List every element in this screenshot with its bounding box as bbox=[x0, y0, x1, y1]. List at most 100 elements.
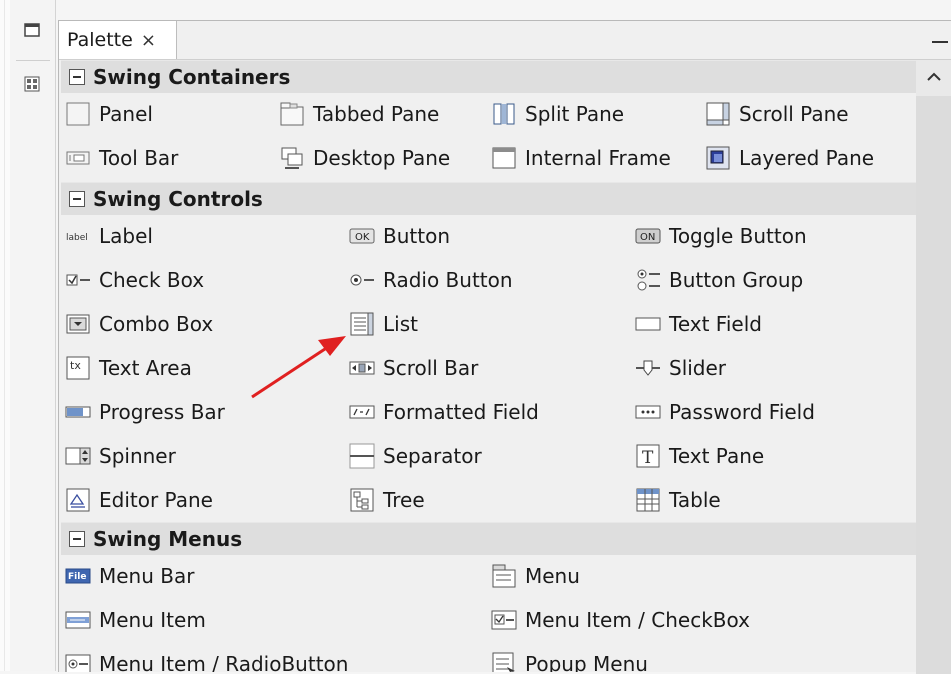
scroll-bar-icon bbox=[349, 361, 375, 375]
label-icon: label bbox=[66, 233, 88, 243]
collapse-icon[interactable] bbox=[69, 531, 85, 547]
button-group-icon bbox=[637, 269, 660, 291]
palette-item-text-field[interactable]: Text Field bbox=[635, 304, 762, 344]
window-edge bbox=[0, 0, 10, 671]
palette-item-tabbed-pane[interactable]: Tabbed Pane bbox=[279, 94, 439, 134]
palette-item-button[interactable]: OK Button bbox=[349, 216, 450, 256]
svg-text:label: label bbox=[66, 233, 88, 243]
text-field-icon bbox=[635, 317, 661, 331]
combo-box-icon bbox=[66, 314, 90, 334]
palette-item-combo-box[interactable]: Combo Box bbox=[65, 304, 213, 344]
tab-palette[interactable]: Palette × bbox=[59, 21, 177, 59]
palette-item-spinner[interactable]: Spinner bbox=[65, 436, 176, 476]
item-label: Password Field bbox=[669, 400, 815, 424]
palette-item-internal-frame[interactable]: Internal Frame bbox=[491, 138, 671, 178]
item-label: Label bbox=[99, 224, 153, 248]
palette-item-scroll-bar[interactable]: Scroll Bar bbox=[349, 348, 478, 388]
category-swing-controls[interactable]: Swing Controls bbox=[61, 182, 916, 215]
svg-text:File: File bbox=[68, 572, 86, 582]
popup-menu-icon bbox=[492, 652, 515, 672]
table-icon bbox=[636, 488, 660, 512]
scroll-up-icon[interactable] bbox=[916, 60, 951, 94]
category-label: Swing Menus bbox=[93, 527, 243, 551]
desktop-pane-icon bbox=[281, 147, 303, 169]
palette-item-password-field[interactable]: Password Field bbox=[635, 392, 815, 432]
minimize-icon[interactable] bbox=[928, 27, 951, 51]
item-label: Slider bbox=[669, 356, 727, 380]
palette-item-split-pane[interactable]: Split Pane bbox=[491, 94, 624, 134]
palette-item-progress-bar[interactable]: Progress Bar bbox=[65, 392, 225, 432]
item-label: Panel bbox=[99, 102, 153, 126]
palette-item-separator[interactable]: Separator bbox=[349, 436, 482, 476]
palette-item-tool-bar[interactable]: Tool Bar bbox=[65, 138, 178, 178]
collapse-icon[interactable] bbox=[69, 69, 85, 85]
menu-item-radiobutton-icon bbox=[65, 654, 91, 672]
svg-text:ON: ON bbox=[640, 232, 655, 243]
palette-scrollbar[interactable] bbox=[916, 60, 951, 674]
scroll-pane-icon bbox=[706, 102, 730, 126]
collapse-icon[interactable] bbox=[69, 191, 85, 207]
toggle-button-icon: ON bbox=[635, 228, 661, 244]
item-label: Desktop Pane bbox=[313, 146, 451, 170]
item-label: Table bbox=[669, 488, 721, 512]
item-label: Formatted Field bbox=[383, 400, 539, 424]
palette-item-desktop-pane[interactable]: Desktop Pane bbox=[279, 138, 450, 178]
item-label: Scroll Pane bbox=[739, 102, 849, 126]
palette-item-formatted-field[interactable]: Formatted Field bbox=[349, 392, 539, 432]
item-label: Menu Item / RadioButton bbox=[99, 652, 349, 672]
side-separator bbox=[16, 60, 50, 61]
item-label: Layered Pane bbox=[739, 146, 875, 170]
scrollbar-thumb[interactable] bbox=[916, 96, 951, 674]
tree-icon bbox=[350, 488, 374, 512]
palette-item-text-pane[interactable]: T Text Pane bbox=[635, 436, 764, 476]
formatted-field-icon bbox=[349, 405, 375, 419]
palette-item-list[interactable]: List bbox=[349, 304, 418, 344]
palette-item-layered-pane[interactable]: Layered Pane bbox=[705, 138, 874, 178]
palette-item-slider[interactable]: Slider bbox=[635, 348, 726, 388]
close-icon[interactable]: × bbox=[141, 30, 156, 51]
panel-icon bbox=[66, 102, 90, 126]
separator-icon bbox=[349, 443, 375, 469]
restore-window-icon[interactable] bbox=[18, 16, 46, 44]
item-label: Text Pane bbox=[669, 444, 765, 468]
item-label: Text Area bbox=[99, 356, 192, 380]
item-label: Button Group bbox=[669, 268, 804, 292]
category-label: Swing Containers bbox=[93, 65, 291, 89]
palette-item-popup-menu[interactable]: Popup Menu bbox=[491, 644, 648, 672]
category-swing-containers[interactable]: Swing Containers bbox=[61, 60, 916, 93]
item-label: Tool Bar bbox=[99, 146, 179, 170]
item-label: Separator bbox=[383, 444, 482, 468]
item-label: Split Pane bbox=[525, 102, 625, 126]
palette-item-check-box[interactable]: Check Box bbox=[65, 260, 204, 300]
spinner-icon bbox=[65, 447, 91, 465]
side-toolbar bbox=[10, 0, 56, 671]
palette-item-menu-item-checkbox[interactable]: Menu Item / CheckBox bbox=[491, 600, 750, 640]
text-area-icon: tx bbox=[66, 356, 90, 380]
palette-item-menu-bar[interactable]: File Menu Bar bbox=[65, 556, 194, 596]
palette-item-tree[interactable]: Tree bbox=[349, 480, 425, 520]
palette-tab-bar: Palette × bbox=[59, 21, 951, 60]
palette-item-text-area[interactable]: tx Text Area bbox=[65, 348, 192, 388]
palette-item-menu-item-radiobutton[interactable]: Menu Item / RadioButton bbox=[65, 644, 348, 672]
menu-item-checkbox-icon bbox=[491, 610, 517, 630]
palette-item-menu[interactable]: Menu bbox=[491, 556, 580, 596]
category-swing-menus[interactable]: Swing Menus bbox=[61, 522, 916, 555]
palette-item-label[interactable]: label Label bbox=[65, 216, 153, 256]
palette-item-toggle-button[interactable]: ON Toggle Button bbox=[635, 216, 807, 256]
palette-item-menu-item[interactable]: Menu Item bbox=[65, 600, 206, 640]
palette-item-radio-button[interactable]: Radio Button bbox=[349, 260, 513, 300]
check-box-icon bbox=[66, 274, 90, 286]
palette-item-scroll-pane[interactable]: Scroll Pane bbox=[705, 94, 849, 134]
palette-item-button-group[interactable]: Button Group bbox=[635, 260, 803, 300]
palette-item-editor-pane[interactable]: Editor Pane bbox=[65, 480, 213, 520]
palette-panel: Palette × Swing Containers Panel Tabbed … bbox=[58, 20, 951, 674]
menu-bar-icon: File bbox=[65, 568, 91, 584]
item-label: Menu Bar bbox=[99, 564, 195, 588]
palette-minimized-icon[interactable] bbox=[18, 70, 46, 98]
text-pane-icon: T bbox=[636, 444, 660, 468]
palette-item-panel[interactable]: Panel bbox=[65, 94, 153, 134]
palette-item-table[interactable]: Table bbox=[635, 480, 721, 520]
list-icon bbox=[350, 312, 374, 336]
item-label: Progress Bar bbox=[99, 400, 225, 424]
item-label: Combo Box bbox=[99, 312, 214, 336]
